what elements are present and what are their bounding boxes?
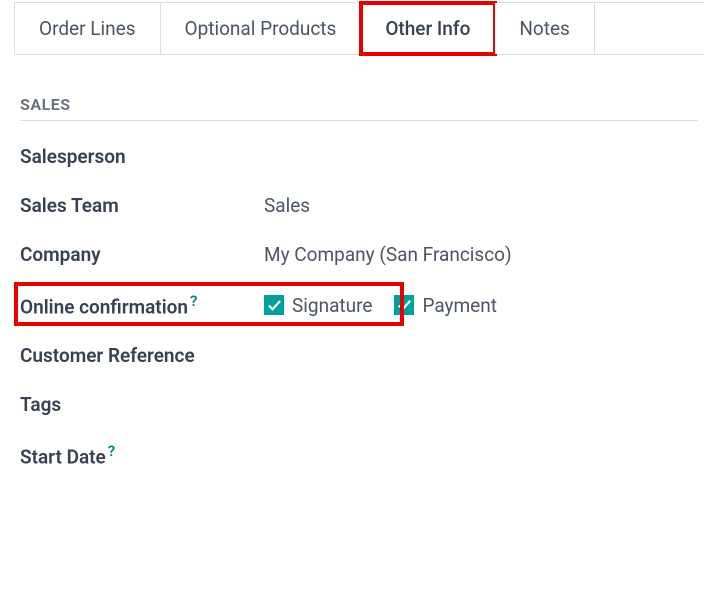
label-start-date-text: Start Date [20,446,106,469]
check-icon [267,298,282,313]
label-online-confirmation: Online confirmation? [20,292,264,318]
checkbox-label-payment: Payment [422,294,497,317]
tab-notes[interactable]: Notes [495,3,595,54]
tab-row: Order Lines Optional Products Other Info… [14,2,704,55]
help-icon[interactable]: ? [108,442,115,460]
section-sales: SALES Salesperson Sales Team Sales Compa… [0,55,718,469]
tab-other-info[interactable]: Other Info [361,3,495,54]
value-sales-team[interactable]: Sales [264,194,310,217]
checkbox-group-online-confirmation: Signature Payment [264,294,497,317]
row-start-date: Start Date? [20,442,698,468]
checkbox-signature[interactable] [264,295,284,315]
label-start-date: Start Date? [20,442,264,468]
label-salesperson: Salesperson [20,145,264,168]
help-icon[interactable]: ? [190,292,197,310]
checkbox-label-signature: Signature [292,294,372,317]
label-tags: Tags [20,393,264,416]
checkbox-item-signature: Signature [264,294,372,317]
label-customer-reference: Customer Reference [20,344,264,367]
row-company: Company My Company (San Francisco) [20,243,698,266]
tab-order-lines[interactable]: Order Lines [14,3,161,54]
tab-optional-products[interactable]: Optional Products [161,3,362,54]
row-salesperson: Salesperson [20,145,698,168]
label-sales-team: Sales Team [20,194,264,217]
row-sales-team: Sales Team Sales [20,194,698,217]
section-title-sales: SALES [20,95,698,121]
checkbox-item-payment: Payment [394,294,497,317]
row-online-confirmation: Online confirmation? Signature Payment [20,292,698,318]
value-company[interactable]: My Company (San Francisco) [264,243,512,266]
label-company: Company [20,243,264,266]
check-icon [397,298,412,313]
row-customer-reference: Customer Reference [20,344,698,367]
checkbox-payment[interactable] [394,295,414,315]
label-online-confirmation-text: Online confirmation [20,295,188,318]
row-tags: Tags [20,393,698,416]
